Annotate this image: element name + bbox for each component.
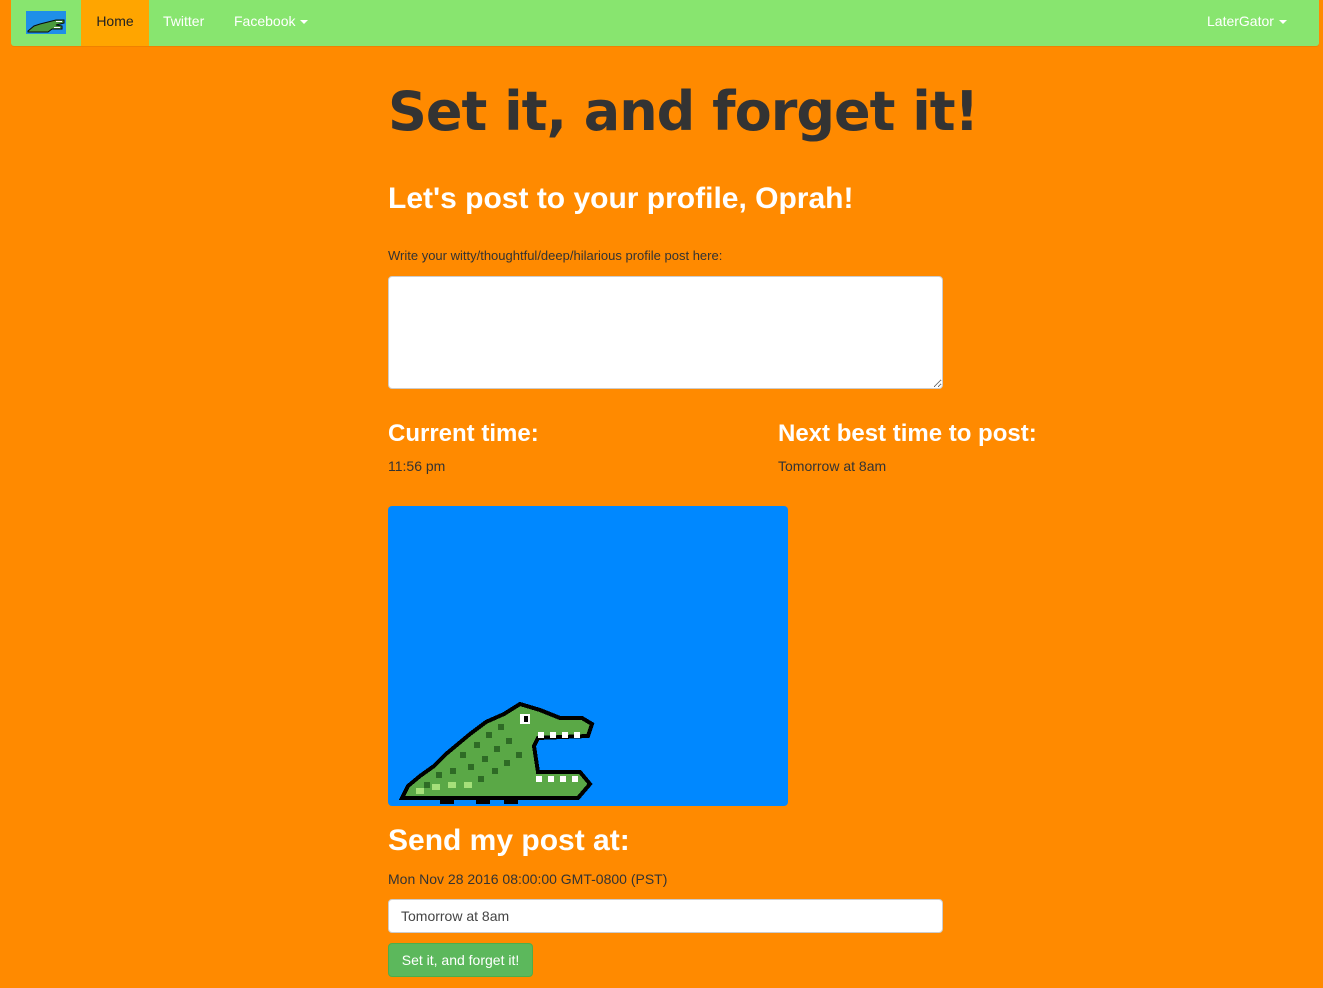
nav-home[interactable]: Home bbox=[81, 0, 149, 46]
page-title: Set it, and forget it! bbox=[388, 80, 979, 143]
next-best-time-value: Tomorrow at 8am bbox=[778, 458, 887, 474]
pixel-alligator-icon bbox=[398, 701, 595, 804]
next-best-time-label: Next best time to post: bbox=[778, 420, 1037, 447]
gator-logo-icon bbox=[26, 11, 66, 34]
current-time-value: 11:56 pm bbox=[388, 458, 446, 474]
nav-user-label: LaterGator bbox=[1207, 13, 1274, 29]
current-time-label: Current time: bbox=[388, 420, 539, 447]
submit-button[interactable]: Set it, and forget it! bbox=[388, 943, 533, 977]
send-time-input[interactable] bbox=[388, 899, 943, 933]
post-textarea[interactable] bbox=[388, 276, 943, 389]
nav-facebook[interactable]: Facebook bbox=[234, 0, 309, 46]
brand-logo[interactable] bbox=[26, 11, 66, 34]
gator-image bbox=[388, 506, 788, 806]
send-date-text: Mon Nov 28 2016 08:00:00 GMT-0800 (PST) bbox=[388, 871, 668, 887]
greeting-heading: Let's post to your profile, Oprah! bbox=[388, 182, 854, 215]
nav-twitter[interactable]: Twitter bbox=[163, 0, 204, 46]
caret-down-icon bbox=[1278, 20, 1287, 25]
send-time-heading: Send my post at: bbox=[388, 824, 630, 857]
navbar: Home Twitter Facebook LaterGator bbox=[11, 0, 1319, 46]
nav-user-menu[interactable]: LaterGator bbox=[1207, 0, 1287, 46]
nav-facebook-label: Facebook bbox=[234, 13, 296, 29]
caret-down-icon bbox=[300, 20, 309, 25]
post-label: Write your witty/thoughtful/deep/hilario… bbox=[388, 248, 723, 263]
